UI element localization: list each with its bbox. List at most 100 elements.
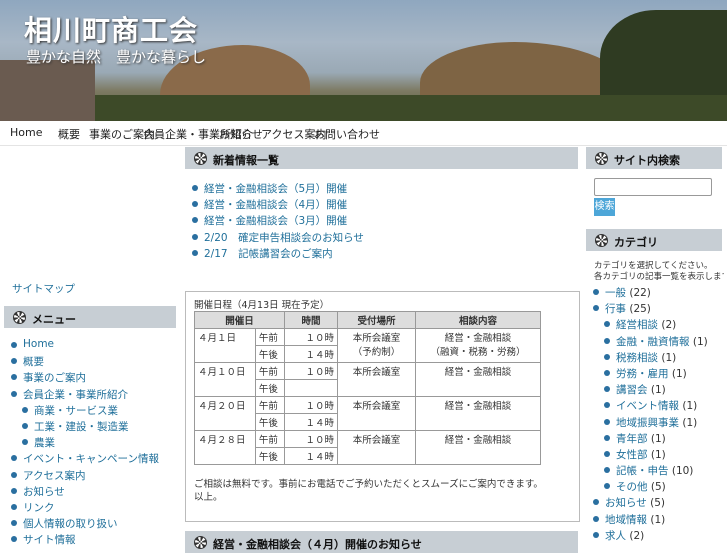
nav-about[interactable]: 概要 (58, 126, 80, 142)
category-link[interactable]: 労務・雇用 (616, 368, 669, 380)
sitemap-link[interactable]: サイトマップ (12, 281, 75, 296)
left-menu-item[interactable]: 概要 (10, 354, 180, 370)
news-item[interactable]: 経営・金融相談会（4月）開催 (191, 197, 571, 213)
left-menu-item[interactable]: 農業 (10, 435, 180, 451)
table-cell-period: 午後 (254, 447, 286, 465)
category-item[interactable]: その他 (5) (592, 479, 724, 495)
news-block-title: 新着情報一覧 (213, 154, 279, 167)
news-link[interactable]: 経営・金融相談会（4月）開催 (204, 199, 347, 211)
left-menu-link[interactable]: 商業・サービス業 (34, 405, 118, 417)
category-item[interactable]: 一般 (22) (592, 285, 724, 301)
gear-icon (595, 152, 608, 165)
table-cell-time: １０時 (284, 362, 338, 380)
category-item[interactable]: 金融・融資情報 (1) (592, 334, 724, 350)
left-menu-item[interactable]: 会員企業・事業所紹介 (10, 387, 180, 403)
table-cell-topic: 経営・金融相談 (415, 362, 541, 397)
category-link[interactable]: 一般 (605, 287, 626, 299)
left-menu-link[interactable]: 会員企業・事業所紹介 (23, 389, 128, 401)
news-item[interactable]: 経営・金融相談会（3月）開催 (191, 213, 571, 229)
left-menu-item[interactable]: 個人情報の取り扱い (10, 516, 180, 532)
category-item[interactable]: 地域情報 (1) (592, 512, 724, 528)
category-link[interactable]: 行事 (605, 303, 626, 315)
gear-icon (194, 536, 207, 549)
next-article-title[interactable]: 経営・金融相談会（４月）開催のお知らせ (213, 536, 422, 552)
category-item[interactable]: 求人 (2) (592, 528, 724, 544)
header-ground-image (0, 95, 727, 121)
news-link[interactable]: 経営・金融相談会（5月）開催 (204, 183, 347, 195)
left-menu-item[interactable]: サイト情報 (10, 532, 180, 548)
left-menu-link[interactable]: 概要 (23, 356, 44, 368)
category-item[interactable]: お知らせ (5) (592, 495, 724, 511)
category-link[interactable]: お知らせ (605, 497, 647, 509)
category-item[interactable]: 講習会 (1) (592, 382, 724, 398)
left-menu-link[interactable]: アクセス案内 (23, 470, 85, 482)
table-header: 相談内容 (415, 311, 541, 329)
left-menu-link[interactable]: Home (23, 338, 54, 350)
category-count: (1) (682, 400, 698, 413)
left-menu-link[interactable]: リンク (23, 502, 55, 514)
table-cell-time: １４時 (284, 345, 338, 363)
category-link[interactable]: 地域情報 (605, 514, 647, 526)
left-menu-item[interactable]: Home (10, 338, 180, 354)
category-link[interactable]: イベント情報 (616, 400, 679, 412)
left-menu-list: Home 概要事業のご案内会員企業・事業所紹介 商業・サービス業 工業・建設・製造業農… (10, 338, 180, 548)
news-item[interactable]: 経営・金融相談会（5月）開催 (191, 181, 571, 197)
category-count: (2) (661, 319, 677, 332)
left-menu-link[interactable]: お知らせ (23, 486, 65, 498)
category-intro-2: 各カテゴリの記事一覧を表示します。掲載中の記事数 (594, 272, 724, 282)
category-link[interactable]: 経営相談 (616, 319, 658, 331)
left-menu-link[interactable]: 事業のご案内 (23, 372, 86, 384)
category-item[interactable]: 地域振興事業 (1) (592, 415, 724, 431)
left-menu-link[interactable]: 個人情報の取り扱い (23, 518, 118, 530)
category-link[interactable]: 記帳・申告 (616, 465, 669, 477)
news-link[interactable]: 2/20 確定申告相談会のお知らせ (204, 232, 364, 244)
category-item[interactable]: イベント情報 (1) (592, 398, 724, 414)
table-cell-period: 午前 (254, 430, 286, 448)
category-link[interactable]: 地域振興事業 (616, 417, 679, 429)
left-menu-item[interactable]: 事業のご案内 (10, 370, 180, 386)
left-menu-item[interactable]: イベント・キャンペーン情報 (10, 451, 180, 467)
category-link[interactable]: 求人 (605, 530, 626, 542)
left-menu-link[interactable]: 農業 (34, 437, 55, 449)
category-item[interactable]: 税務相談 (1) (592, 350, 724, 366)
category-link[interactable]: 税務相談 (616, 352, 658, 364)
table-header: 受付場所 (337, 311, 416, 329)
category-item[interactable]: 労務・雇用 (1) (592, 366, 724, 382)
category-link[interactable]: 講習会 (616, 384, 648, 396)
category-item[interactable]: 青年部 (1) (592, 431, 724, 447)
category-link[interactable]: 女性部 (616, 449, 648, 461)
category-link[interactable]: その他 (616, 481, 648, 493)
table-row: ４月１日 午前 １０時 本所会議室 （予約制） 経営・金融相談 （融資・税務・労務） (194, 328, 541, 363)
site-header: 相川町商工会 豊かな自然 豊かな暮らし (0, 0, 727, 121)
left-menu-item[interactable]: 工業・建設・製造業 (10, 419, 180, 435)
left-menu-item[interactable]: リンク (10, 500, 180, 516)
left-menu-item[interactable]: アクセス案内 (10, 468, 180, 484)
left-menu-link[interactable]: 工業・建設・製造業 (34, 421, 129, 433)
category-link[interactable]: 青年部 (616, 433, 648, 445)
table-cell-period: 午前 (254, 396, 286, 414)
nav-home[interactable]: Home (10, 126, 42, 139)
category-item[interactable]: 経営相談 (2) (592, 317, 724, 333)
category-item[interactable]: 記帳・申告 (10) (592, 463, 724, 479)
news-item[interactable]: 2/20 確定申告相談会のお知らせ (191, 230, 571, 246)
table-cell-date: ４月１０日 (194, 362, 256, 397)
category-item[interactable]: 行事 (25) (592, 301, 724, 317)
news-link[interactable]: 2/17 記帳講習会のご案内 (204, 248, 333, 260)
search-button[interactable]: 検索 (594, 198, 615, 216)
news-link[interactable]: 経営・金融相談会（3月）開催 (204, 215, 347, 227)
category-count: (2) (629, 529, 645, 542)
left-menu-link[interactable]: サイト情報 (23, 534, 76, 546)
category-item[interactable]: 女性部 (1) (592, 447, 724, 463)
search-input[interactable] (594, 178, 712, 196)
news-item[interactable]: 2/17 記帳講習会のご案内 (191, 246, 571, 262)
left-menu-item[interactable]: 商業・サービス業 (10, 403, 180, 419)
site-title[interactable]: 相川町商工会 (24, 9, 198, 49)
nav-contact[interactable]: お問い合わせ (314, 126, 380, 142)
nav-news[interactable]: お知らせ (219, 126, 263, 142)
table-cell-topic: 経営・金融相談 (415, 396, 541, 431)
category-count: (1) (682, 416, 698, 429)
category-count: (1) (650, 432, 666, 445)
left-menu-link[interactable]: イベント・キャンペーン情報 (23, 453, 159, 465)
category-link[interactable]: 金融・融資情報 (616, 336, 690, 348)
left-menu-item[interactable]: お知らせ (10, 484, 180, 500)
